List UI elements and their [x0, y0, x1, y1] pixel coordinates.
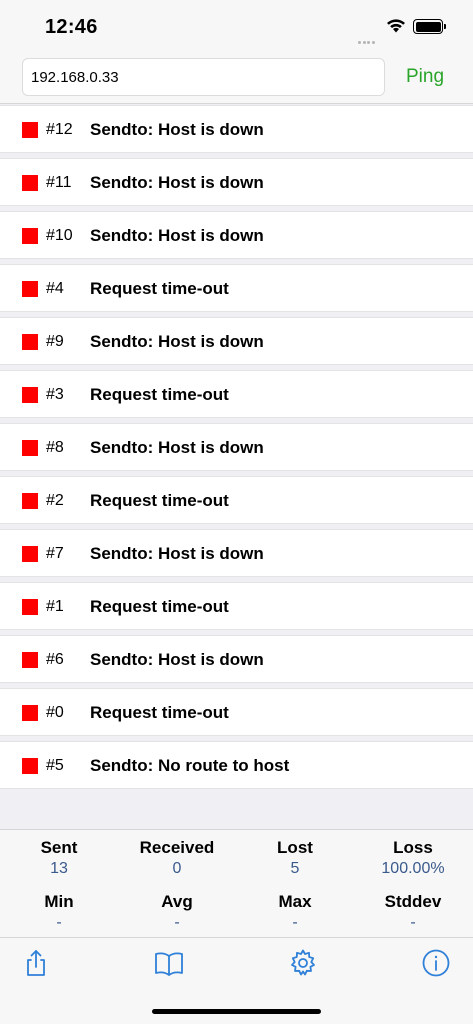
error-status-icon [22, 599, 38, 615]
stat-sent-value: 13 [50, 860, 68, 877]
result-sequence: #4 [46, 280, 64, 297]
battery-icon [413, 19, 446, 34]
result-row[interactable]: #0 Request time-out [0, 688, 473, 736]
result-row[interactable]: #5 Sendto: No route to host [0, 741, 473, 789]
stat-lost-value: 5 [290, 860, 300, 877]
signal-dots-icon [358, 31, 380, 44]
stat-received: Received 0 [118, 838, 236, 878]
error-status-icon [22, 175, 38, 191]
result-message: Request time-out [90, 385, 229, 404]
stat-received-label: Received [139, 838, 215, 857]
stat-min: Min - [0, 892, 118, 932]
stat-stddev: Stddev - [354, 892, 472, 932]
results-list: #12 Sendto: Host is down #11 Sendto: Host i… [0, 105, 473, 794]
stat-lost-label: Lost [277, 838, 313, 857]
stat-loss: Loss 100.00% [354, 838, 472, 878]
error-status-icon [22, 440, 38, 456]
result-sequence: #5 [46, 757, 64, 774]
result-sequence: #8 [46, 439, 64, 456]
result-message: Sendto: Host is down [90, 438, 264, 457]
book-icon[interactable] [154, 948, 184, 978]
error-status-icon [22, 546, 38, 562]
error-status-icon [22, 122, 38, 138]
error-status-icon [22, 652, 38, 668]
stat-stddev-label: Stddev [384, 892, 442, 911]
result-message: Request time-out [90, 703, 229, 722]
result-message: Sendto: No route to host [90, 756, 290, 775]
stat-stddev-value: - [410, 914, 416, 931]
stat-min-value: - [56, 914, 62, 931]
result-message: Request time-out [90, 491, 229, 510]
ping-button[interactable]: Ping [399, 64, 451, 90]
result-message: Sendto: Host is down [90, 120, 264, 139]
result-message: Request time-out [90, 597, 229, 616]
error-status-icon [22, 758, 38, 774]
share-icon[interactable] [21, 948, 51, 978]
result-row[interactable]: #3 Request time-out [0, 370, 473, 418]
error-status-icon [22, 228, 38, 244]
result-row[interactable]: #7 Sendto: Host is down [0, 529, 473, 577]
result-row[interactable]: #9 Sendto: Host is down [0, 317, 473, 365]
screen: 12:46 Ping #12 Sendto: Host is down #11 Sen… [0, 0, 473, 1024]
stat-max-value: - [292, 914, 298, 931]
info-icon[interactable] [421, 948, 451, 978]
statistics-panel: Sent 13 Received 0 Lost 5 Loss 100.00% M… [0, 829, 473, 937]
status-bar: 12:46 [0, 0, 473, 54]
result-row[interactable]: #10 Sendto: Host is down [0, 211, 473, 259]
status-time: 12:46 [45, 16, 98, 38]
gear-icon[interactable] [288, 948, 318, 978]
result-row[interactable]: #1 Request time-out [0, 582, 473, 630]
result-message: Sendto: Host is down [90, 650, 264, 669]
stat-max: Max - [236, 892, 354, 932]
stat-loss-value: 100.00% [381, 860, 445, 877]
stat-loss-label: Loss [393, 838, 433, 857]
result-sequence: #10 [46, 227, 73, 244]
result-message: Sendto: Host is down [90, 226, 264, 245]
result-row[interactable]: #11 Sendto: Host is down [0, 158, 473, 206]
result-sequence: #9 [46, 333, 64, 350]
result-row[interactable]: #2 Request time-out [0, 476, 473, 524]
error-status-icon [22, 281, 38, 297]
result-message: Sendto: Host is down [90, 173, 264, 192]
host-input[interactable] [22, 58, 385, 96]
result-sequence: #1 [46, 598, 64, 615]
stat-received-value: 0 [172, 860, 182, 877]
result-sequence: #3 [46, 386, 64, 403]
result-sequence: #6 [46, 651, 64, 668]
result-sequence: #2 [46, 492, 64, 509]
result-row[interactable]: #8 Sendto: Host is down [0, 423, 473, 471]
result-sequence: #12 [46, 121, 73, 138]
error-status-icon [22, 493, 38, 509]
result-message: Request time-out [90, 279, 229, 298]
wifi-icon [387, 19, 405, 33]
error-status-icon [22, 334, 38, 350]
stat-lost: Lost 5 [236, 838, 354, 878]
stat-avg: Avg - [118, 892, 236, 932]
stat-avg-value: - [174, 914, 180, 931]
error-status-icon [22, 705, 38, 721]
result-row[interactable]: #4 Request time-out [0, 264, 473, 312]
stat-max-label: Max [278, 892, 312, 911]
result-message: Sendto: Host is down [90, 332, 264, 351]
result-sequence: #11 [46, 174, 72, 191]
stat-min-label: Min [44, 892, 74, 911]
home-indicator [152, 1009, 321, 1014]
result-row[interactable]: #6 Sendto: Host is down [0, 635, 473, 683]
address-bar: Ping [0, 54, 473, 104]
result-sequence: #0 [46, 704, 64, 721]
result-row[interactable]: #12 Sendto: Host is down [0, 105, 473, 153]
result-sequence: #7 [46, 545, 64, 562]
stat-sent: Sent 13 [0, 838, 118, 878]
result-message: Sendto: Host is down [90, 544, 264, 563]
stat-sent-label: Sent [40, 838, 78, 857]
stat-avg-label: Avg [161, 892, 193, 911]
error-status-icon [22, 387, 38, 403]
